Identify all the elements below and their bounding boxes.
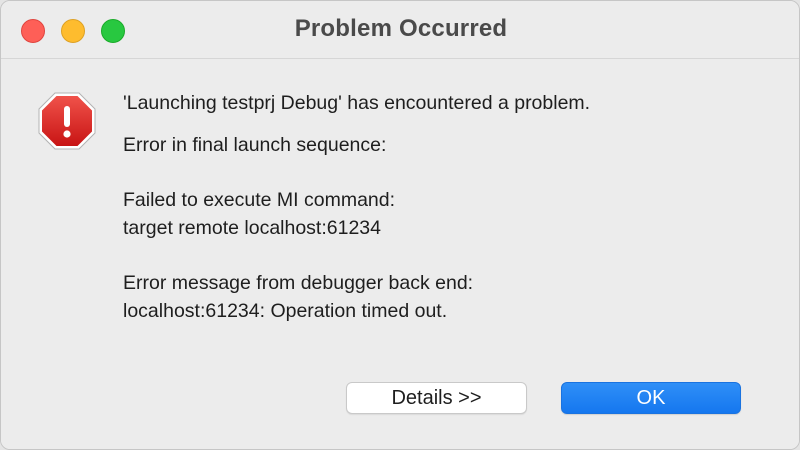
error-line: target remote localhost:61234 <box>123 217 381 239</box>
error-line: Failed to execute MI command: <box>123 189 396 211</box>
error-line: localhost:61234: Operation timed out. <box>123 300 448 322</box>
stop-error-icon <box>38 92 96 150</box>
dialog-title: Problem Occurred <box>294 15 508 42</box>
error-line: Error in final launch sequence: <box>123 134 387 156</box>
dialog-body: 'Launching testprj Debug' has encountere… <box>1 59 799 449</box>
error-line: Error message from debugger back end: <box>123 272 474 294</box>
title-bar: Problem Occurred <box>1 1 799 59</box>
problem-dialog: Problem Occurred 'Launching testprj Debu… <box>0 0 800 450</box>
error-message: 'Launching testprj Debug' has encountere… <box>123 89 773 325</box>
details-button[interactable]: Details >> <box>346 382 527 414</box>
ok-button[interactable]: OK <box>561 382 741 414</box>
error-heading: 'Launching testprj Debug' has encountere… <box>123 92 591 114</box>
